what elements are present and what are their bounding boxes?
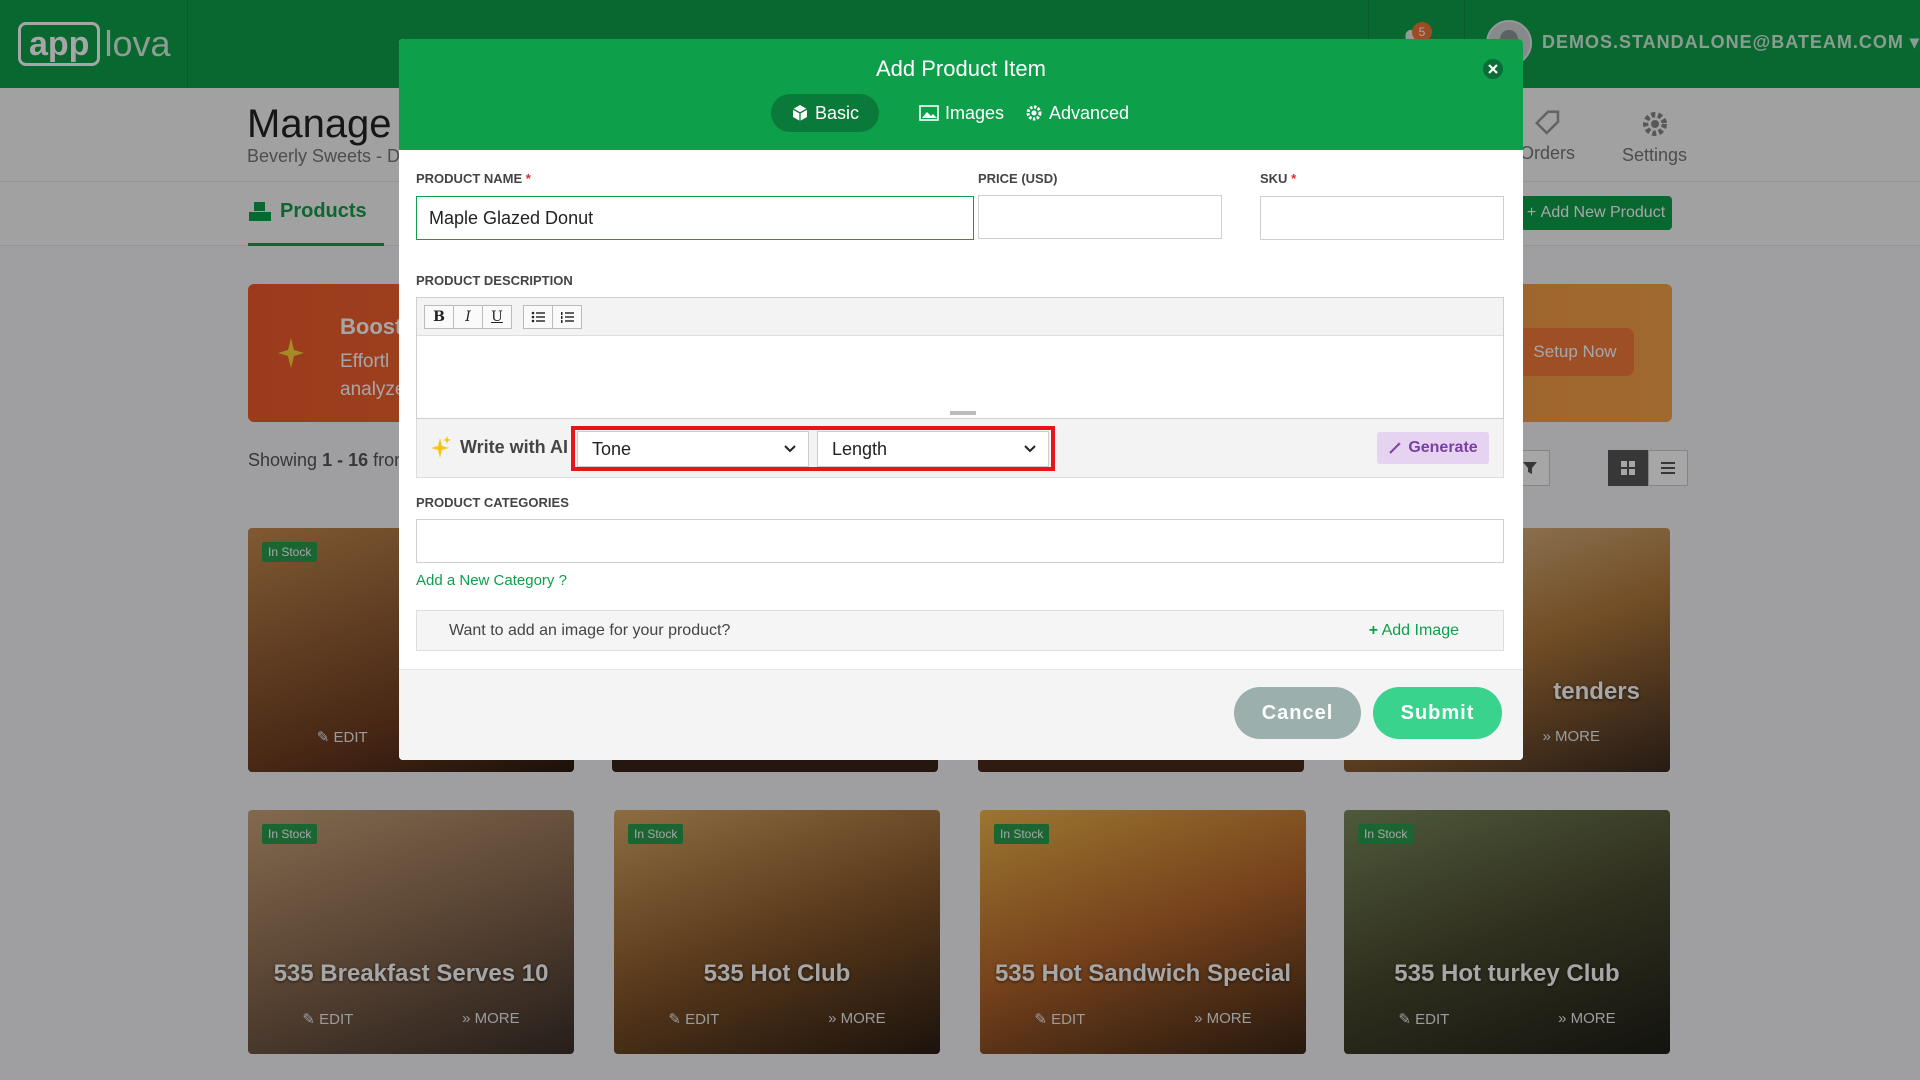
add-image-label: Add Image [1381,622,1459,639]
add-category-link[interactable]: Add a New Category ? [416,572,567,589]
price-label: PRICE (USD) [978,171,1058,186]
add-product-modal: Add Product Item Basic Images Advanced P… [399,39,1523,760]
description-editor[interactable]: B I U [416,297,1504,419]
tone-select[interactable]: Tone [577,431,809,467]
editor-toolbar: B I U [417,298,1503,336]
gear-icon [1026,105,1042,121]
image-icon [919,105,939,121]
tab-advanced[interactable]: Advanced [1005,94,1149,132]
tab-images-label: Images [945,102,1005,123]
categories-label: PRODUCT CATEGORIES [416,495,569,510]
description-label: PRODUCT DESCRIPTION [416,273,573,288]
close-icon[interactable] [1482,58,1504,80]
product-name-label: PRODUCT NAME * [416,171,531,186]
numbered-list-button[interactable] [552,305,582,329]
sparkle-icon [431,436,451,458]
generate-button[interactable]: Generate [1377,432,1489,464]
cancel-button[interactable]: Cancel [1234,687,1361,739]
add-image-link[interactable]: + Add Image [1369,622,1459,640]
product-name-label-text: PRODUCT NAME [416,171,523,186]
required-mark: * [525,171,531,186]
bullet-list-button[interactable] [523,305,553,329]
generate-label: Generate [1408,439,1478,456]
write-with-ai-text: Write with AI [460,436,568,457]
product-name-input[interactable]: Maple Glazed Donut [416,196,974,240]
italic-button[interactable]: I [453,305,483,329]
sku-label-text: SKU [1260,171,1288,186]
plus-icon: + [1368,622,1379,639]
modal-title: Add Product Item [876,56,1046,81]
price-input[interactable] [978,195,1222,239]
required-mark: * [1291,171,1297,186]
cube-icon [792,105,808,121]
write-with-ai-label: Write with AI [430,435,568,459]
numbered-list-icon [561,312,574,323]
length-select-value: Length [832,438,888,459]
tone-select-value: Tone [592,438,632,459]
sku-input[interactable] [1260,196,1504,240]
sku-label: SKU * [1260,171,1296,186]
write-with-ai-bar: Write with AI Tone Length Generate [416,419,1504,478]
chevron-down-icon [1024,445,1036,453]
image-prompt-box: Want to add an image for your product? +… [416,610,1504,651]
image-prompt-text: Want to add an image for your product? [449,622,731,639]
resize-handle[interactable] [950,411,976,415]
magic-wand-icon [1389,442,1402,454]
modal-footer: Cancel Submit [399,669,1523,760]
bold-button[interactable]: B [424,305,454,329]
tab-basic-label: Basic [815,102,860,123]
categories-input[interactable] [416,519,1504,563]
submit-button[interactable]: Submit [1373,687,1502,739]
modal-header: Add Product Item Basic Images Advanced [399,39,1523,150]
tab-advanced-label: Advanced [1049,102,1130,123]
underline-button[interactable]: U [482,305,512,329]
bullet-list-icon [531,311,545,323]
chevron-down-icon [784,445,796,453]
tab-basic[interactable]: Basic [771,94,880,132]
length-select[interactable]: Length [817,431,1049,467]
